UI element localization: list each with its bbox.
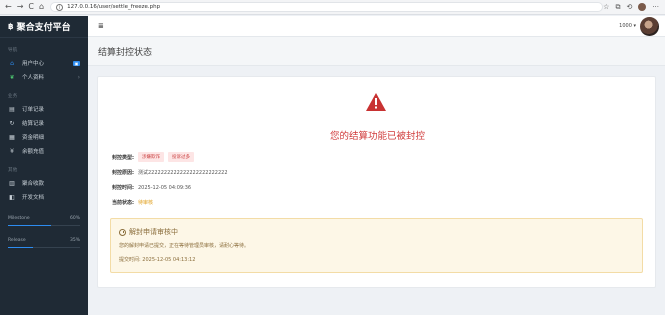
current-state-label: 当前状态: [112, 200, 134, 206]
new-badge: ▣ [73, 60, 80, 66]
freeze-type-label: 封控类型: [112, 154, 134, 161]
progress-value: 60% [69, 216, 80, 221]
extensions-icon[interactable]: ⧉ [615, 3, 620, 12]
freeze-reason-label: 封控原因: [112, 170, 134, 176]
unfreeze-notice: 解封申请审核中 您的解封申请已提交，正在等待管理员审核，请耐心等待。 提交时间:… [110, 218, 643, 273]
submit-time-label: 提交时间: [119, 257, 141, 263]
clock-icon [119, 228, 126, 236]
balance-dropdown[interactable]: 1000 ▾ [619, 23, 636, 29]
address-bar[interactable]: i 127.0.0.16/user/settle_freeze.php [50, 2, 604, 12]
settle-icon: ↻ [9, 119, 15, 127]
sidebar-item-orders[interactable]: ▤ 订单记录 [0, 102, 88, 116]
brand[interactable]: ฿ 聚合支付平台 [0, 16, 88, 38]
freeze-reason-row: 封控原因: 测试2222222222222222222222222 [112, 169, 228, 176]
progress-track [8, 225, 80, 226]
page-title-bar: 结算封控状态 [88, 37, 665, 66]
list-icon: ▤ [9, 105, 15, 113]
user-menu[interactable]: 1000 ▾ [619, 16, 659, 36]
menu-icon[interactable]: ··· [652, 3, 659, 11]
browser-toolbar: ← → C ⌂ i 127.0.0.16/user/settle_freeze.… [0, 0, 665, 15]
notice-description: 您的解封申请已提交，正在等待管理员审核，请耐心等待。 [119, 243, 250, 249]
release-progress: Release 35% [0, 238, 88, 248]
sidebar-item-funds[interactable]: ▦ 资金明细 [0, 130, 88, 144]
sidebar: ฿ 聚合支付平台 导航 ⌂ 用户中心 ▣ ❦ 个人资料 › 业务 ▤ 订单记录 … [0, 16, 88, 315]
current-state-row: 当前状态: 待审核 [112, 199, 153, 206]
home-icon: ⌂ [10, 59, 14, 67]
progress-fill [8, 225, 52, 226]
milestone-progress: Milestone 60% [0, 216, 88, 226]
ledger-icon: ▦ [9, 133, 15, 141]
leaf-icon: ❦ [9, 73, 15, 81]
sidebar-section-business: 业务 [8, 94, 18, 99]
status-badge: 待审核 [138, 200, 154, 206]
sidebar-item-label: 资金明细 [22, 135, 45, 141]
reload-icon[interactable]: C [28, 3, 34, 11]
url-text[interactable]: 127.0.0.16/user/settle_freeze.php [67, 4, 160, 10]
progress-fill [8, 247, 34, 248]
sidebar-item-recharge[interactable]: ¥ 余额充值 [0, 144, 88, 158]
sidebar-item-label: 个人资料 [22, 75, 45, 81]
sidebar-item-user-center[interactable]: ⌂ 用户中心 ▣ [0, 56, 88, 70]
sidebar-item-aggregate-pay[interactable]: ▥ 聚合收款 [0, 176, 88, 190]
book-icon: ◧ [9, 193, 15, 201]
sidebar-section-nav: 导航 [8, 48, 18, 53]
page-title: 结算封控状态 [98, 47, 153, 58]
sidebar-item-label: 订单记录 [22, 107, 45, 113]
progress-label: Release [8, 238, 26, 243]
freeze-time: 2025-12-05 04:09:36 [138, 184, 192, 191]
site-info-icon[interactable]: i [56, 3, 64, 11]
freeze-status-card: 您的结算功能已被封控 封控类型: 涉嫌欺诈 投诉过多 封控原因: 测试22222… [97, 76, 656, 288]
sidebar-item-label: 聚合收款 [22, 181, 45, 187]
sidebar-item-label: 开发文档 [22, 195, 45, 201]
brand-title: 聚合支付平台 [16, 23, 71, 33]
brand-icon: ฿ [8, 22, 14, 31]
sidebar-item-docs[interactable]: ◧ 开发文档 [0, 190, 88, 204]
user-avatar[interactable] [640, 16, 659, 36]
freeze-tag: 投诉过多 [168, 152, 194, 162]
profile-avatar[interactable] [638, 3, 647, 11]
notice-submit-row: 提交时间: 2025-12-05 04:13:12 [119, 256, 634, 263]
forward-icon[interactable]: → [17, 3, 24, 11]
sidebar-item-profile[interactable]: ❦ 个人资料 › [0, 70, 88, 84]
freeze-tag: 涉嫌欺诈 [138, 152, 164, 162]
sidebar-item-label: 用户中心 [22, 61, 45, 67]
sidebar-item-settlements[interactable]: ↻ 结算记录 [0, 116, 88, 130]
notice-title: 解封申请审核中 [129, 228, 178, 236]
top-header: ≣ 1000 ▾ [88, 16, 665, 37]
freeze-type-row: 封控类型: 涉嫌欺诈 投诉过多 [112, 152, 194, 162]
sidebar-section-other: 其他 [8, 168, 18, 173]
progress-track [8, 247, 80, 248]
sidebar-item-label: 结算记录 [22, 121, 45, 127]
qr-icon: ▥ [9, 179, 15, 187]
freeze-reason: 测试2222222222222222222222222 [138, 170, 228, 176]
sidebar-item-label: 余额充值 [22, 149, 45, 155]
chevron-right-icon: › [77, 73, 80, 81]
progress-label: Milestone [8, 216, 30, 221]
submit-time: 2025-12-05 04:13:12 [142, 257, 196, 263]
back-icon[interactable]: ← [5, 3, 12, 11]
menu-toggle-icon[interactable]: ≣ [98, 22, 104, 30]
home-icon[interactable]: ⌂ [39, 3, 44, 11]
progress-value: 35% [69, 238, 80, 243]
yen-icon: ¥ [10, 147, 14, 155]
notice-title-row: 解封申请审核中 [119, 227, 634, 237]
freeze-time-label: 封控时间: [112, 185, 134, 191]
history-icon[interactable]: ⟲ [626, 3, 632, 11]
star-icon[interactable]: ☆ [603, 3, 609, 11]
freeze-message: 您的结算功能已被封控 [329, 131, 425, 142]
freeze-time-row: 封控时间: 2025-12-05 04:09:36 [112, 184, 192, 192]
